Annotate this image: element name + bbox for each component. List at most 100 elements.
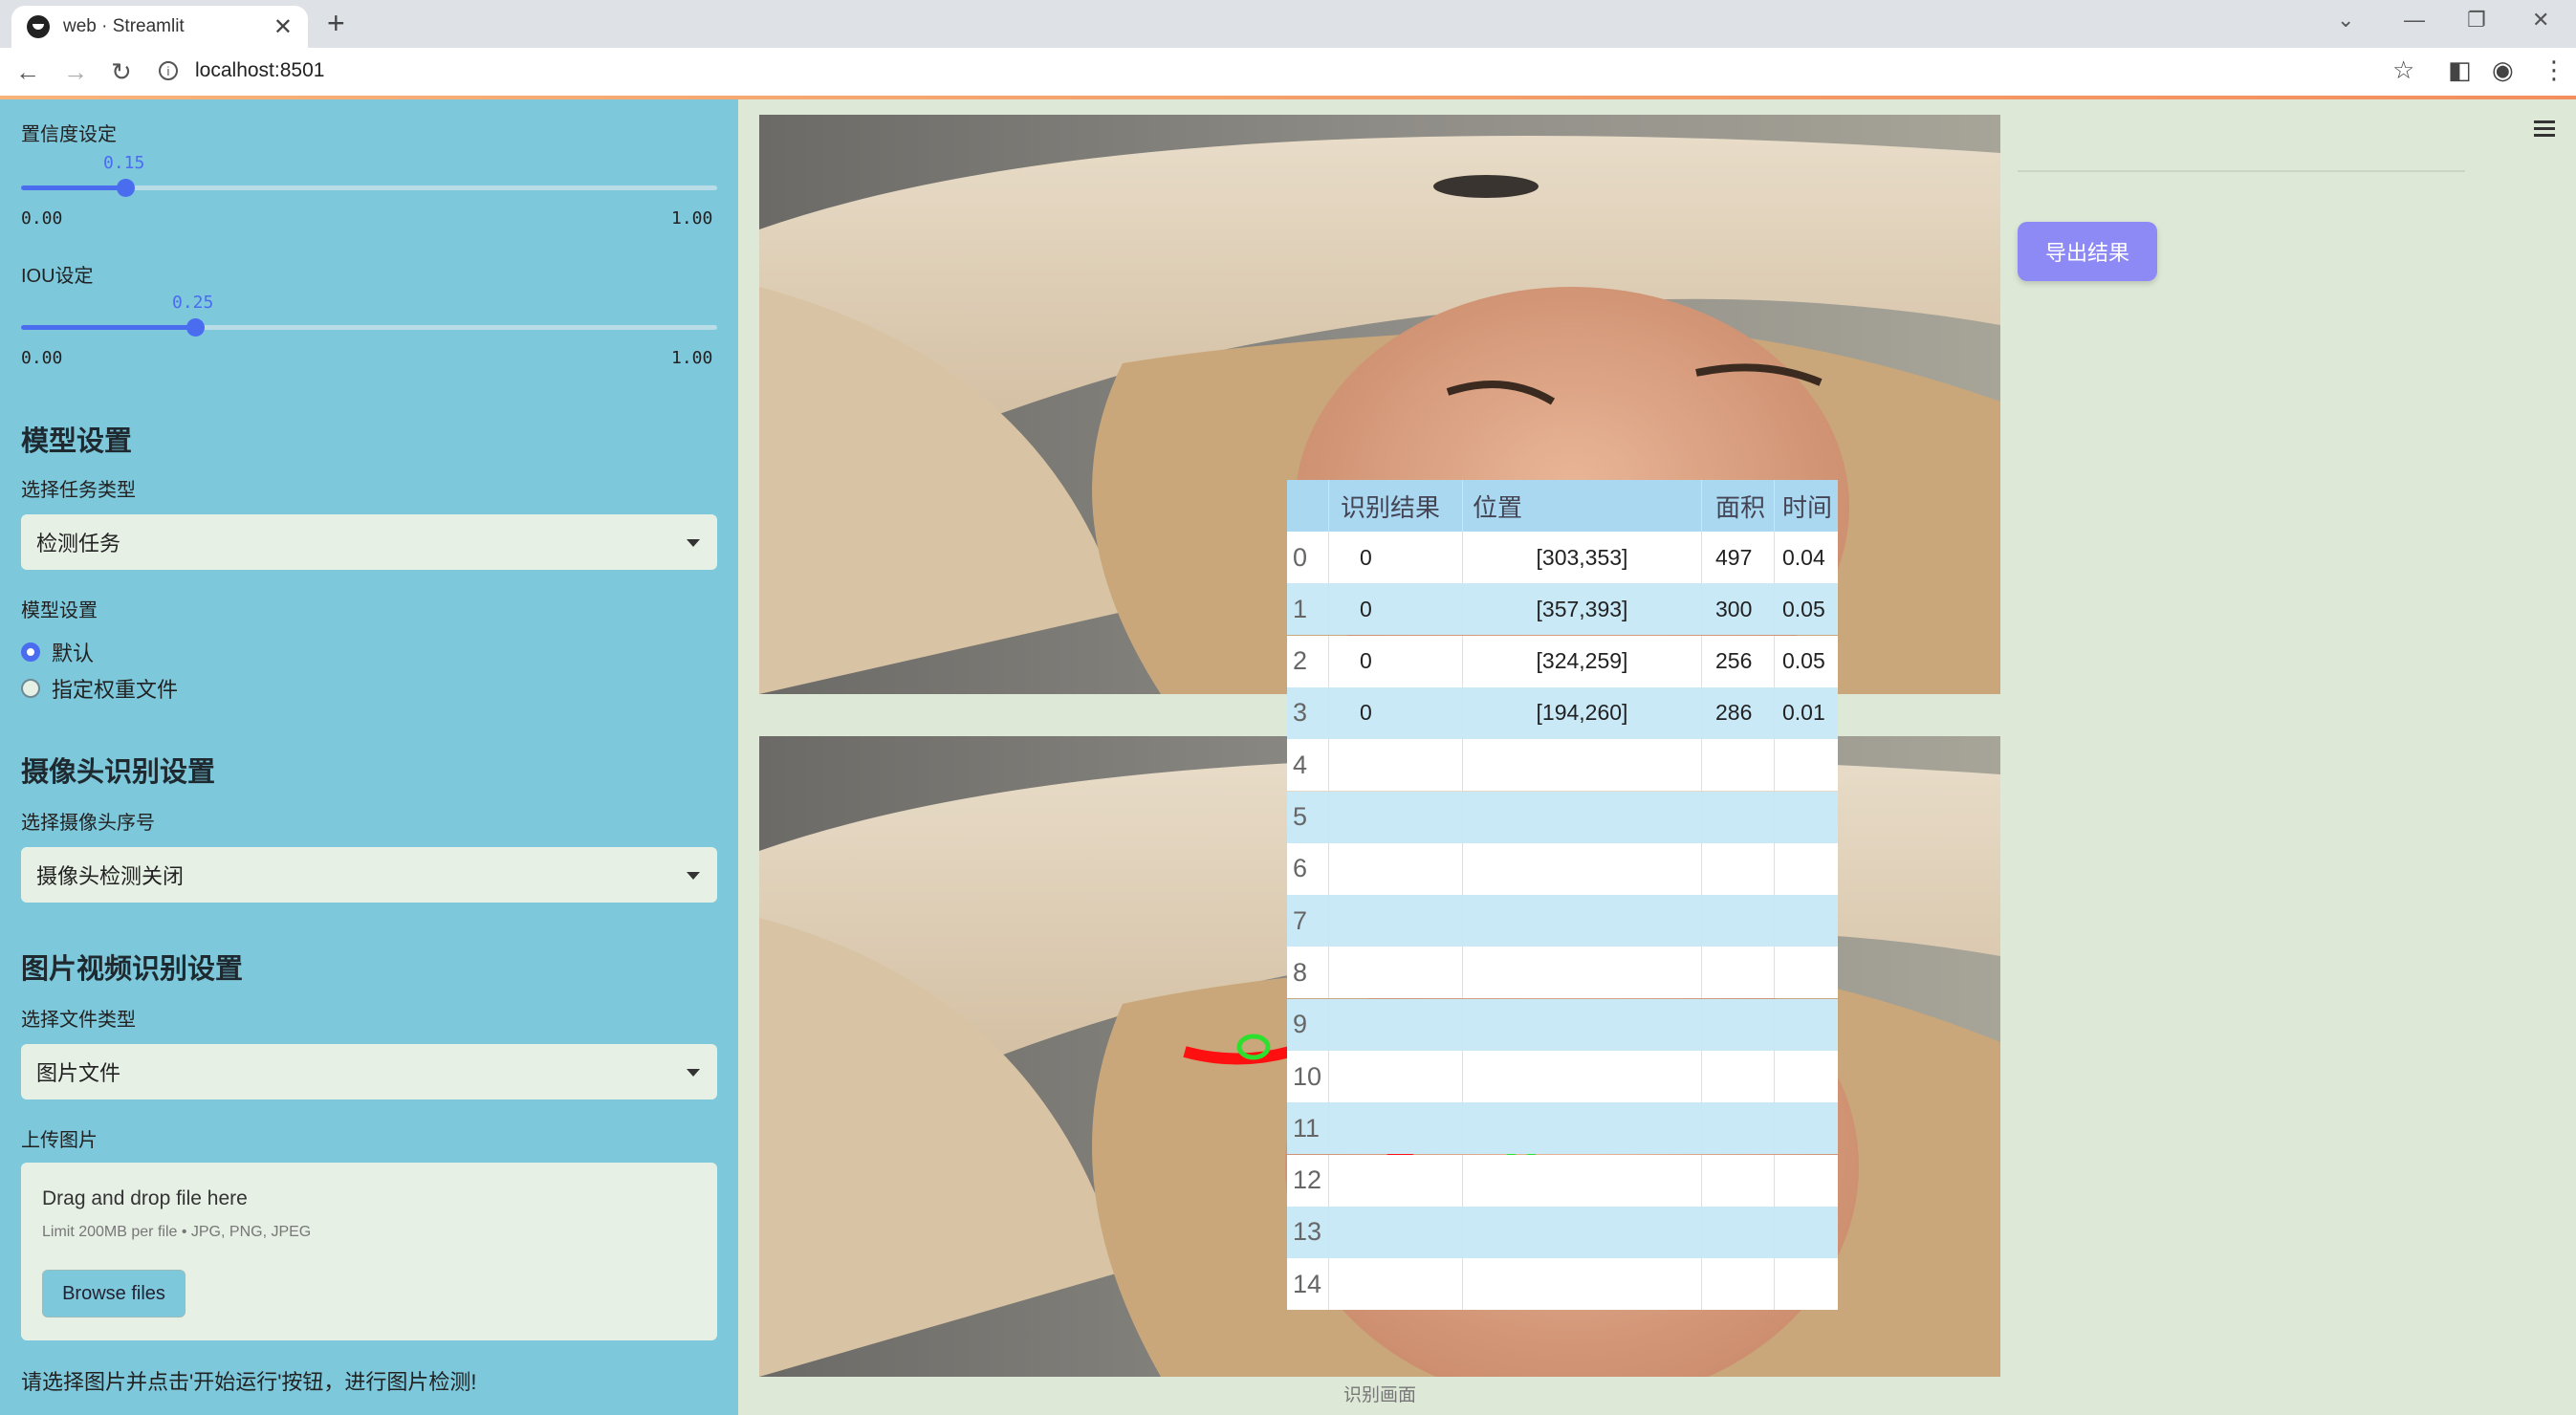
- tab-search-icon[interactable]: ⌄: [2337, 8, 2354, 33]
- iou-slider-thumb[interactable]: [186, 318, 205, 337]
- close-tab-icon[interactable]: ✕: [273, 13, 293, 41]
- result-cell[interactable]: [1329, 1102, 1463, 1155]
- table-row[interactable]: 8: [1287, 947, 1838, 999]
- row-index-cell[interactable]: 12: [1287, 1154, 1329, 1207]
- result-cell[interactable]: 0: [1329, 532, 1463, 583]
- table-row[interactable]: 7: [1287, 895, 1838, 947]
- area-cell[interactable]: [1702, 1154, 1775, 1207]
- time-cell[interactable]: [1775, 1051, 1838, 1102]
- model-radio-default[interactable]: 默认: [21, 637, 94, 667]
- app-menu-icon[interactable]: [2534, 120, 2555, 141]
- time-cell[interactable]: [1775, 1258, 1838, 1310]
- position-cell[interactable]: [1463, 791, 1702, 843]
- table-row[interactable]: 0 0 [303,353] 497 0.04: [1287, 532, 1838, 583]
- result-cell[interactable]: [1329, 895, 1463, 947]
- row-index-cell[interactable]: 11: [1287, 1102, 1329, 1155]
- area-cell[interactable]: [1702, 842, 1775, 895]
- result-cell[interactable]: [1329, 947, 1463, 999]
- file-type-select[interactable]: 图片文件: [21, 1044, 717, 1099]
- table-row[interactable]: 10: [1287, 1051, 1838, 1102]
- result-cell[interactable]: [1329, 1258, 1463, 1311]
- site-info-icon[interactable]: i: [159, 61, 178, 80]
- header-index[interactable]: [1287, 480, 1329, 532]
- close-window-icon[interactable]: ✕: [2532, 8, 2549, 33]
- header-area[interactable]: 面积: [1702, 480, 1775, 532]
- table-row[interactable]: 12: [1287, 1154, 1838, 1207]
- table-row[interactable]: 3 0 [194,260] 286 0.01: [1287, 686, 1838, 739]
- area-cell[interactable]: 300: [1702, 583, 1775, 636]
- position-cell[interactable]: [1463, 739, 1702, 792]
- area-cell[interactable]: [1702, 895, 1775, 947]
- table-row[interactable]: 11: [1287, 1102, 1838, 1155]
- time-cell[interactable]: [1775, 947, 1838, 998]
- task-type-select[interactable]: 检测任务: [21, 514, 717, 570]
- row-index-cell[interactable]: 5: [1287, 791, 1329, 843]
- position-cell[interactable]: [1463, 1206, 1702, 1258]
- header-result[interactable]: 识别结果: [1329, 480, 1463, 532]
- row-index-cell[interactable]: 6: [1287, 842, 1329, 895]
- time-cell[interactable]: [1775, 792, 1838, 843]
- time-cell[interactable]: 0.04: [1775, 532, 1838, 583]
- position-cell[interactable]: [303,353]: [1463, 532, 1702, 583]
- result-cell[interactable]: [1329, 739, 1463, 792]
- table-row[interactable]: 9: [1287, 998, 1838, 1051]
- row-index-cell[interactable]: 3: [1287, 686, 1329, 739]
- row-index-cell[interactable]: 9: [1287, 998, 1329, 1051]
- table-row[interactable]: 13: [1287, 1206, 1838, 1258]
- table-row[interactable]: 1 0 [357,393] 300 0.05: [1287, 583, 1838, 636]
- time-cell[interactable]: [1775, 1155, 1838, 1207]
- camera-index-select[interactable]: 摄像头检测关闭: [21, 847, 717, 903]
- position-cell[interactable]: [1463, 895, 1702, 947]
- table-row[interactable]: 4: [1287, 739, 1838, 792]
- area-cell[interactable]: [1702, 1258, 1775, 1311]
- address-bar[interactable]: i localhost:8501: [159, 55, 324, 86]
- reload-icon[interactable]: ↻: [111, 57, 132, 87]
- table-row[interactable]: 6: [1287, 842, 1838, 895]
- area-cell[interactable]: [1702, 791, 1775, 843]
- time-cell[interactable]: [1775, 843, 1838, 895]
- result-cell[interactable]: [1329, 842, 1463, 895]
- row-index-cell[interactable]: 14: [1287, 1258, 1329, 1311]
- time-cell[interactable]: [1775, 895, 1838, 947]
- area-cell[interactable]: 497: [1702, 532, 1775, 583]
- time-cell[interactable]: [1775, 739, 1838, 791]
- result-cell[interactable]: [1329, 1051, 1463, 1102]
- side-panel-icon[interactable]: ◧: [2448, 55, 2472, 85]
- position-cell[interactable]: [1463, 1258, 1702, 1311]
- position-cell[interactable]: [1463, 1102, 1702, 1155]
- iou-slider[interactable]: [21, 318, 717, 337]
- new-tab-icon[interactable]: +: [327, 6, 345, 41]
- profile-avatar-icon[interactable]: ◉: [2492, 55, 2514, 85]
- forward-icon[interactable]: →: [63, 57, 88, 87]
- position-cell[interactable]: [1463, 842, 1702, 895]
- result-cell[interactable]: [1329, 1206, 1463, 1258]
- time-cell[interactable]: 0.01: [1775, 687, 1838, 739]
- time-cell[interactable]: 0.05: [1775, 583, 1838, 635]
- radio-selected-icon[interactable]: [21, 642, 40, 662]
- area-cell[interactable]: 256: [1702, 635, 1775, 687]
- time-cell[interactable]: [1775, 1207, 1838, 1258]
- result-cell[interactable]: [1329, 791, 1463, 843]
- row-index-cell[interactable]: 13: [1287, 1206, 1329, 1258]
- result-cell[interactable]: [1329, 998, 1463, 1051]
- header-position[interactable]: 位置: [1463, 480, 1702, 532]
- row-index-cell[interactable]: 7: [1287, 895, 1329, 947]
- browse-files-button[interactable]: Browse files: [42, 1270, 186, 1317]
- area-cell[interactable]: [1702, 1102, 1775, 1155]
- confidence-slider-thumb[interactable]: [117, 179, 135, 197]
- time-cell[interactable]: [1775, 999, 1838, 1051]
- area-cell[interactable]: [1702, 947, 1775, 999]
- row-index-cell[interactable]: 4: [1287, 739, 1329, 792]
- position-cell[interactable]: [194,260]: [1463, 686, 1702, 739]
- minimize-icon[interactable]: —: [2404, 8, 2425, 33]
- row-index-cell[interactable]: 0: [1287, 532, 1329, 583]
- area-cell[interactable]: [1702, 1051, 1775, 1102]
- position-cell[interactable]: [1463, 1051, 1702, 1102]
- confidence-slider[interactable]: [21, 179, 717, 197]
- browser-tab[interactable]: web · Streamlit ✕: [11, 6, 308, 48]
- position-cell[interactable]: [1463, 998, 1702, 1051]
- position-cell[interactable]: [357,393]: [1463, 583, 1702, 636]
- file-uploader-dropzone[interactable]: Drag and drop file here Limit 200MB per …: [21, 1163, 717, 1340]
- area-cell[interactable]: [1702, 998, 1775, 1051]
- table-row[interactable]: 14: [1287, 1258, 1838, 1311]
